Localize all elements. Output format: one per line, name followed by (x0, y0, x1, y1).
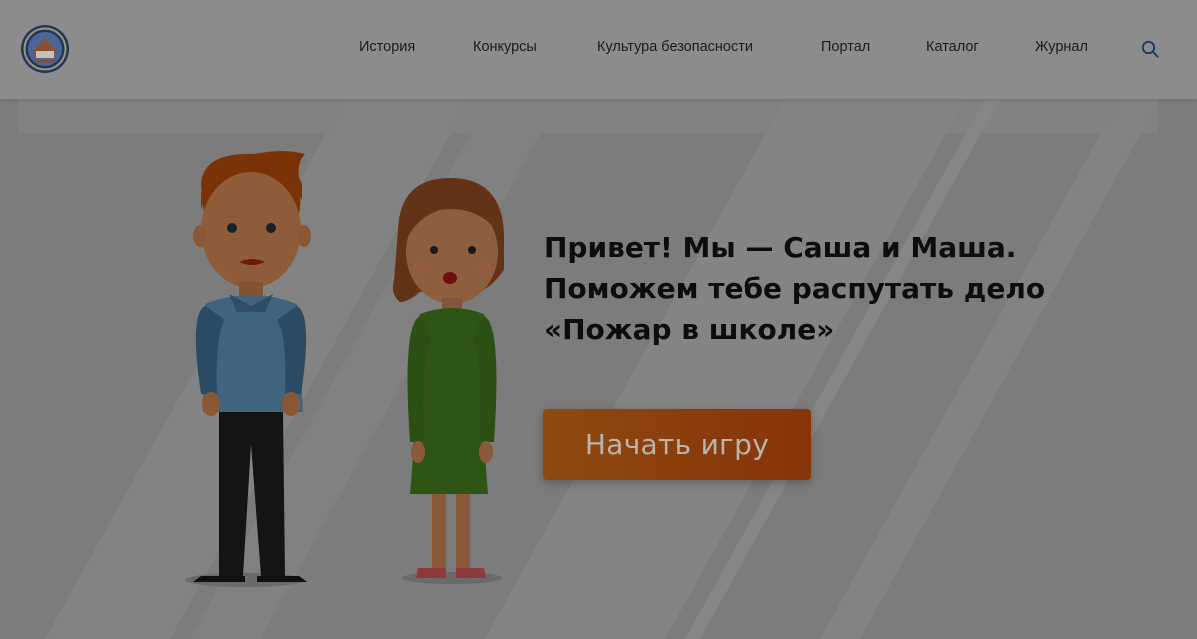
girl-character-masha (392, 178, 504, 584)
start-game-button[interactable]: Начать игру (543, 409, 811, 480)
boy-character-sasha (185, 151, 311, 587)
game-intro-panel: Привет! Мы — Саша и Маша. Поможем тебе р… (0, 99, 1197, 639)
nav-item-history[interactable]: История (359, 39, 415, 55)
nav-item-catalog[interactable]: Каталог (926, 39, 979, 55)
nav-item-safety-culture[interactable]: Культура безопасности (597, 39, 753, 55)
search-icon[interactable] (1141, 40, 1159, 58)
nav-item-portal[interactable]: Портал (821, 39, 870, 55)
main-nav: История Конкурсы Культура безопасности П… (0, 0, 1197, 99)
nav-item-journal[interactable]: Журнал (1035, 39, 1088, 55)
site-header: История Конкурсы Культура безопасности П… (0, 0, 1197, 99)
intro-heading-line-3: «Пожар в школе» (544, 313, 835, 346)
intro-heading-line-1: Привет! Мы — Саша и Маша. (544, 231, 1017, 264)
intro-heading: Привет! Мы — Саша и Маша. Поможем тебе р… (544, 227, 1104, 350)
nav-item-contests[interactable]: Конкурсы (473, 39, 537, 55)
intro-heading-line-2: Поможем тебе распутать дело (544, 272, 1046, 305)
